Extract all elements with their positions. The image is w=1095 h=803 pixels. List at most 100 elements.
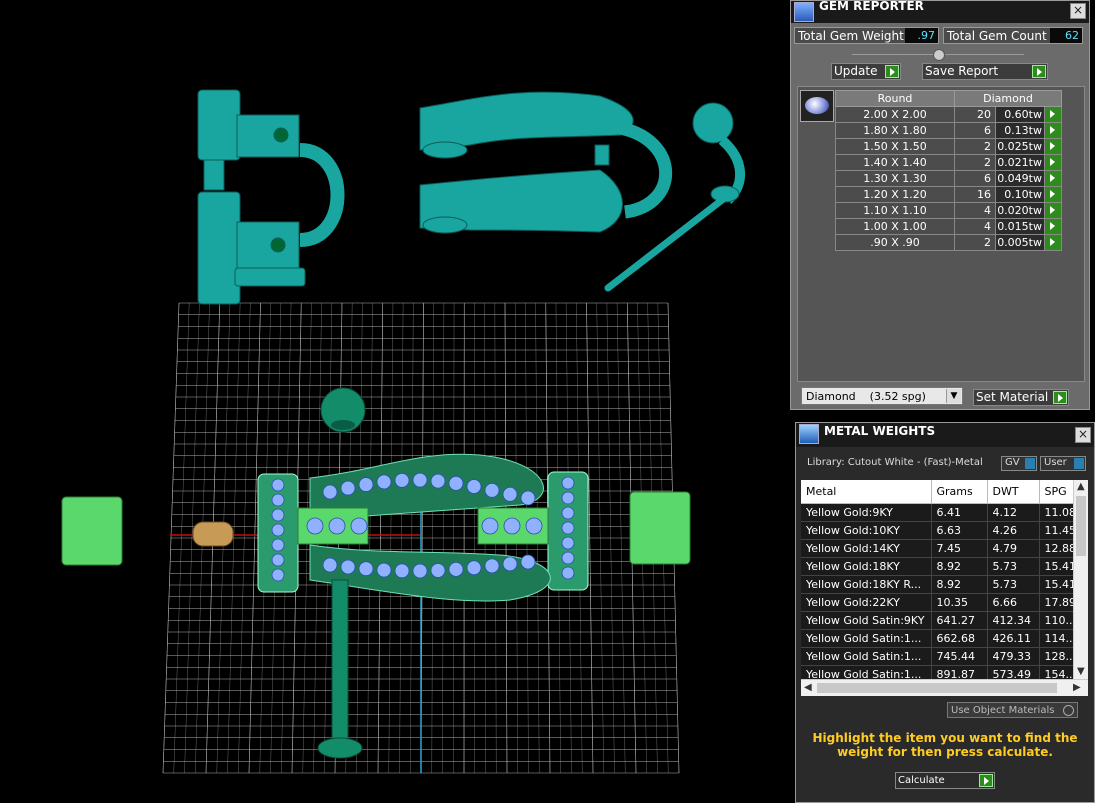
metal-spg: 11.08 [1039,503,1074,522]
gem-count: 2 [954,154,996,171]
select-row-play-icon[interactable] [1044,106,1062,123]
metal-weights-titlebar[interactable]: METAL WEIGHTS [796,423,1094,447]
metal-name: Yellow Gold:18KY [801,557,932,576]
metal-spg: 114... [1039,629,1074,648]
gem-size: 1.20 X 1.20 [835,186,955,203]
calculate-button[interactable]: Calculate [895,772,995,789]
gem-row[interactable]: 1.40 X 1.40 2 0.021tw [835,154,1062,171]
gem-size: 1.50 X 1.50 [835,138,955,155]
metal-dwt: 4.12 [987,503,1040,522]
total-gem-weight-value: .97 [905,28,938,43]
play-icon [1032,65,1046,78]
gem-total-weight: 0.10tw [995,186,1045,203]
library-label: Library: Cutout White - (Fast)-Metal [807,457,983,468]
radio-icon [1063,705,1074,716]
gem-row[interactable]: 1.10 X 1.10 4 0.020tw [835,202,1062,219]
metal-dwt: 5.73 [987,575,1040,594]
scroll-left-icon[interactable]: ◀ [804,682,812,693]
metal-row[interactable]: Yellow Gold:10KY 6.63 4.26 11.45 [801,521,1074,540]
play-icon [979,774,993,787]
3d-viewport[interactable] [0,0,790,803]
metal-row[interactable]: Yellow Gold:9KY 6.41 4.12 11.08 [801,503,1074,522]
gem-count: 16 [954,186,996,203]
set-material-button[interactable]: Set Material [973,389,1069,406]
update-button-label: Update [834,64,878,78]
gem-size: 2.00 X 2.00 [835,106,955,123]
round-diamond-icon[interactable] [800,90,834,122]
scroll-thumb[interactable] [1076,496,1086,556]
select-row-play-icon[interactable] [1044,202,1062,219]
metal-table-vertical-scrollbar[interactable]: ▲ ▼ [1073,480,1088,680]
metal-row[interactable]: Yellow Gold Satin:9KY 641.27 412.34 110... [801,611,1074,630]
save-report-button[interactable]: Save Report [922,63,1048,80]
metal-row[interactable]: Yellow Gold Satin:1... 891.87 573.49 154... [801,665,1074,680]
gem-total-weight: 0.021tw [995,154,1045,171]
metal-spg: 15.41 [1039,557,1074,576]
gem-total-weight: 0.049tw [995,170,1045,187]
select-row-play-icon[interactable] [1044,170,1062,187]
user-toggle[interactable]: User [1040,456,1086,471]
info-icon [1074,458,1084,469]
part-u-shackle[interactable] [419,91,673,234]
use-object-materials-button[interactable]: Use Object Materials [947,702,1078,718]
select-row-play-icon[interactable] [1044,138,1062,155]
gem-row[interactable]: 1.80 X 1.80 6 0.13tw [835,122,1062,139]
close-icon[interactable]: × [1070,3,1086,19]
gem-count: 6 [954,170,996,187]
metal-grams: 10.35 [931,593,988,612]
select-row-play-icon[interactable] [1044,218,1062,235]
metal-row[interactable]: Yellow Gold Satin:1... 662.68 426.11 114... [801,629,1074,648]
grams-column-header[interactable]: Grams [931,480,988,504]
gem-row[interactable]: 1.30 X 1.30 6 0.049tw [835,170,1062,187]
metal-grams: 6.41 [931,503,988,522]
select-row-play-icon[interactable] [1044,186,1062,203]
gv-toggle[interactable]: GV [1001,456,1037,471]
play-icon [1053,391,1067,404]
metal-spg: 11.45 [1039,521,1074,540]
select-row-play-icon[interactable] [1044,122,1062,139]
metal-name: Yellow Gold:14KY [801,539,932,558]
scroll-thumb[interactable] [817,683,1057,693]
metal-row[interactable]: Yellow Gold:18KY R... 8.92 5.73 15.41 [801,575,1074,594]
gem-reporter-app-icon [794,2,814,22]
metal-dwt: 4.79 [987,539,1040,558]
gem-reporter-titlebar[interactable]: GEM REPORTER [791,0,1089,23]
metal-row[interactable]: Yellow Gold:22KY 10.35 6.66 17.89 [801,593,1074,612]
scroll-up-icon[interactable]: ▲ [1077,481,1085,492]
viewport-canvas[interactable] [0,0,790,803]
total-gem-count-value: 62 [1050,28,1082,43]
gem-size: 1.40 X 1.40 [835,154,955,171]
gem-row[interactable]: 1.00 X 1.00 4 0.015tw [835,218,1062,235]
metal-name: Yellow Gold Satin:1... [801,647,932,666]
save-report-button-label: Save Report [925,64,999,78]
select-row-play-icon[interactable] [1044,154,1062,171]
select-row-play-icon[interactable] [1044,234,1062,251]
chevron-down-icon[interactable]: ▼ [946,389,961,403]
gem-row[interactable]: 1.50 X 1.50 2 0.025tw [835,138,1062,155]
scroll-right-icon[interactable]: ▶ [1073,682,1081,693]
calculate-button-label: Calculate [898,775,945,786]
metal-row[interactable]: Yellow Gold:18KY 8.92 5.73 15.41 [801,557,1074,576]
metal-name: Yellow Gold Satin:1... [801,665,932,680]
metal-name: Yellow Gold Satin:9KY [801,611,932,630]
gem-row[interactable]: 1.20 X 1.20 16 0.10tw [835,186,1062,203]
scroll-down-icon[interactable]: ▼ [1077,666,1085,677]
dwt-column-header[interactable]: DWT [987,480,1040,504]
part-clasp-side[interactable] [197,89,345,305]
update-button[interactable]: Update [831,63,901,80]
metal-table-horizontal-scrollbar[interactable]: ◀ ▶ [801,679,1088,696]
material-select[interactable]: Diamond (3.52 spg) ▼ [801,387,963,405]
metal-spg: 128... [1039,647,1074,666]
gem-row[interactable]: 2.00 X 2.00 20 0.60tw [835,106,1062,123]
metal-column-header[interactable]: Metal [801,480,932,504]
gem-row[interactable]: .90 X .90 2 0.005tw [835,234,1062,251]
gem-shape-header: Round [835,90,955,107]
splitter-knob-icon[interactable] [933,49,945,61]
metal-row[interactable]: Yellow Gold:14KY 7.45 4.79 12.88 [801,539,1074,558]
gem-count: 6 [954,122,996,139]
close-icon[interactable]: × [1075,427,1091,443]
metal-row[interactable]: Yellow Gold Satin:1... 745.44 479.33 128... [801,647,1074,666]
use-object-materials-label: Use Object Materials [951,705,1055,716]
metal-table-container[interactable]: Metal Grams DWT SPG Yellow Gold:9KY 6.41 4… [801,480,1088,680]
spg-column-header[interactable]: SPG [1039,480,1074,504]
